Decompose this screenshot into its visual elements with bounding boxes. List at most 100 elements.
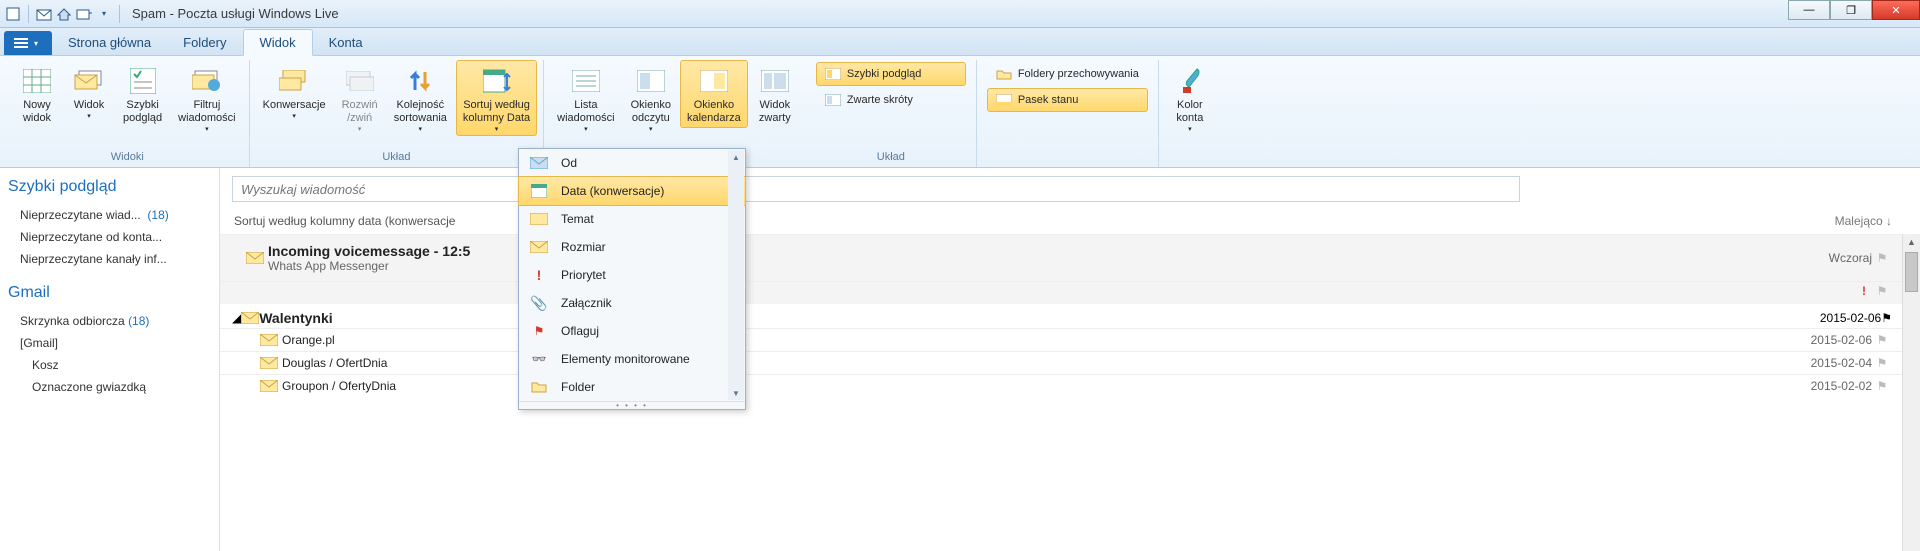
scrollbar[interactable]: ▲ [1902,234,1920,551]
maximize-button[interactable]: ❐ [1830,0,1872,20]
chevron-down-icon: ▾ [1188,125,1192,133]
message-row[interactable]: Orange.pl 2015-02-06 ⚑ [220,328,1920,351]
expand-collapse-button[interactable]: Rozwiń /zwiń ▾ [335,60,385,136]
ribbon: Nowy widok Widok ▾ Szybki podgląd Filtru… [0,56,1920,168]
sort-order-button[interactable]: Kolejność sortowania ▾ [387,60,454,136]
flag-icon[interactable]: ⚑ [1872,356,1892,370]
sidebar-item-gmail[interactable]: [Gmail] [8,332,211,354]
new-view-button[interactable]: Nowy widok [12,60,62,128]
file-menu-button[interactable]: ▾ [4,31,52,55]
tab-accounts[interactable]: Konta [313,30,379,55]
message-row[interactable]: Groupon / OfertyDnia 2015-02-02 ⚑ [220,374,1920,397]
message-row-priority: ! ⚑ [220,281,1920,304]
sidebar-item-unread-feeds[interactable]: Nieprzeczytane kanały inf... [8,248,211,270]
dropdown-item-folder[interactable]: Folder [519,373,745,401]
dropdown-item-watched[interactable]: 👓Elementy monitorowane [519,345,745,373]
sidebar-item-unread-mail[interactable]: Nieprzeczytane wiad... (18) [8,204,211,226]
group-header-walentynki[interactable]: ◢ Walentynki 2015-02-06 ⚑ [220,304,1920,328]
compact-view-button[interactable]: Widok zwarty [750,60,800,128]
pane-blue-icon [825,92,841,108]
dropdown-item-priority[interactable]: !Priorytet [519,261,745,289]
mail-icon [260,334,282,346]
storage-folders-toggle[interactable]: Foldery przechowywania [987,62,1148,86]
conversations-button[interactable]: Konwersacje ▾ [256,60,333,123]
dropdown-item-date[interactable]: Data (konwersacje) [518,176,746,206]
flag-icon[interactable]: ⚑ [1872,379,1892,393]
home-icon[interactable] [55,5,73,23]
sidebar: Szybki podgląd Nieprzeczytane wiad... (1… [0,168,220,551]
flag-icon[interactable]: ⚑ [1872,251,1892,265]
sort-label[interactable]: Sortuj według kolumny data (konwersacje [234,214,455,228]
sidebar-item-unread-contacts[interactable]: Nieprzeczytane od konta... [8,226,211,248]
reading-pane-button[interactable]: Okienko odczytu ▾ [624,60,678,136]
flag-icon[interactable]: ⚑ [1881,311,1892,325]
folder-icon [529,379,549,395]
filter-messages-button[interactable]: Filtruj wiadomości ▾ [171,60,242,136]
priority-icon: ! [529,267,549,283]
sidebar-item-trash[interactable]: Kosz [8,354,211,376]
dropdown-item-attachment[interactable]: 📎Załącznik [519,289,745,317]
scroll-down-icon[interactable]: ▼ [728,386,744,400]
status-bar-toggle[interactable]: Pasek stanu [987,88,1148,112]
chevron-down-icon: ▾ [649,125,653,133]
calendar-pane-button[interactable]: Okienko kalendarza [680,60,748,128]
chevron-down-icon: ▾ [292,112,296,120]
tab-folders[interactable]: Foldery [167,30,242,55]
close-button[interactable]: ✕ [1872,0,1920,20]
filter-mail-icon [191,65,223,97]
conversation-icon [278,65,310,97]
dropdown-item-from[interactable]: Od [519,149,745,177]
collapse-icon[interactable]: ◢ [232,311,241,325]
tab-home[interactable]: Strona główna [52,30,167,55]
tab-strip: ▾ Strona główna Foldery Widok Konta [0,28,1920,56]
mail-icon [246,252,268,264]
sidebar-item-starred[interactable]: Oznaczone gwiazdką [8,376,211,398]
new-mail-icon[interactable] [35,5,53,23]
folder-small-icon [996,66,1012,82]
sidebar-heading-gmail: Gmail [8,284,211,302]
dropdown-resize-grip[interactable]: • • • • [519,401,745,409]
quick-access-toolbar: ▾ [4,5,124,23]
scroll-thumb[interactable] [1905,252,1918,292]
pane-orange-icon [825,66,841,82]
flag-icon[interactable]: ⚑ [1872,333,1892,347]
compact-shortcuts-toggle[interactable]: Zwarte skróty [816,88,966,112]
tab-view[interactable]: Widok [243,29,313,56]
sort-header: Sortuj według kolumny data (konwersacje … [220,210,1920,234]
sidebar-heading-quick: Szybki podgląd [8,178,211,196]
quick-preview-button[interactable]: Szybki podgląd [116,60,169,128]
chevron-down-icon: ▾ [205,125,209,133]
message-row[interactable]: Douglas / OfertDnia 2015-02-04 ⚑ [220,351,1920,374]
send-receive-icon[interactable] [75,5,93,23]
envelopes-icon [73,65,105,97]
title-bar: ▾ Spam - Poczta usługi Windows Live — ❐ … [0,0,1920,28]
dropdown-scrollbar[interactable]: ▲ ▼ [728,150,744,400]
quick-preview-toggle[interactable]: Szybki podgląd [816,62,966,86]
watch-icon: 👓 [529,351,549,367]
dropdown-item-subject[interactable]: Temat [519,205,745,233]
flag-icon[interactable]: ⚑ [1872,284,1892,298]
app-menu-icon[interactable] [4,5,22,23]
account-color-button[interactable]: Kolor konta ▾ [1165,60,1215,136]
window-title: Spam - Poczta usługi Windows Live [132,6,339,21]
sort-by-column-button[interactable]: Sortuj według kolumny Data ▾ [456,60,537,136]
sidebar-item-inbox[interactable]: Skrzynka odbiorcza (18) [8,310,211,332]
message-list-button[interactable]: Lista wiadomości ▾ [550,60,621,136]
chevron-down-icon: ▾ [87,112,91,120]
qat-dropdown-icon[interactable]: ▾ [95,5,113,23]
dropdown-item-flag[interactable]: ⚑Oflaguj [519,317,745,345]
mail-size-icon [529,239,549,255]
message-row-selected[interactable]: Incoming voicemessage - 12:5 Whats App M… [220,234,1920,281]
sort-direction[interactable]: Malejąco ↓ [1835,214,1892,228]
scroll-up-icon[interactable]: ▲ [728,150,744,164]
dropdown-item-size[interactable]: Rozmiar [519,233,745,261]
view-button[interactable]: Widok ▾ [64,60,114,123]
brush-icon [1174,65,1206,97]
minimize-button[interactable]: — [1788,0,1830,20]
chevron-down-icon: ▾ [419,125,423,133]
scroll-up-icon[interactable]: ▲ [1903,234,1920,250]
status-bar-icon [996,92,1012,108]
mail-icon [241,312,259,324]
search-input[interactable] [232,176,1520,202]
mail-subject-icon [529,211,549,227]
